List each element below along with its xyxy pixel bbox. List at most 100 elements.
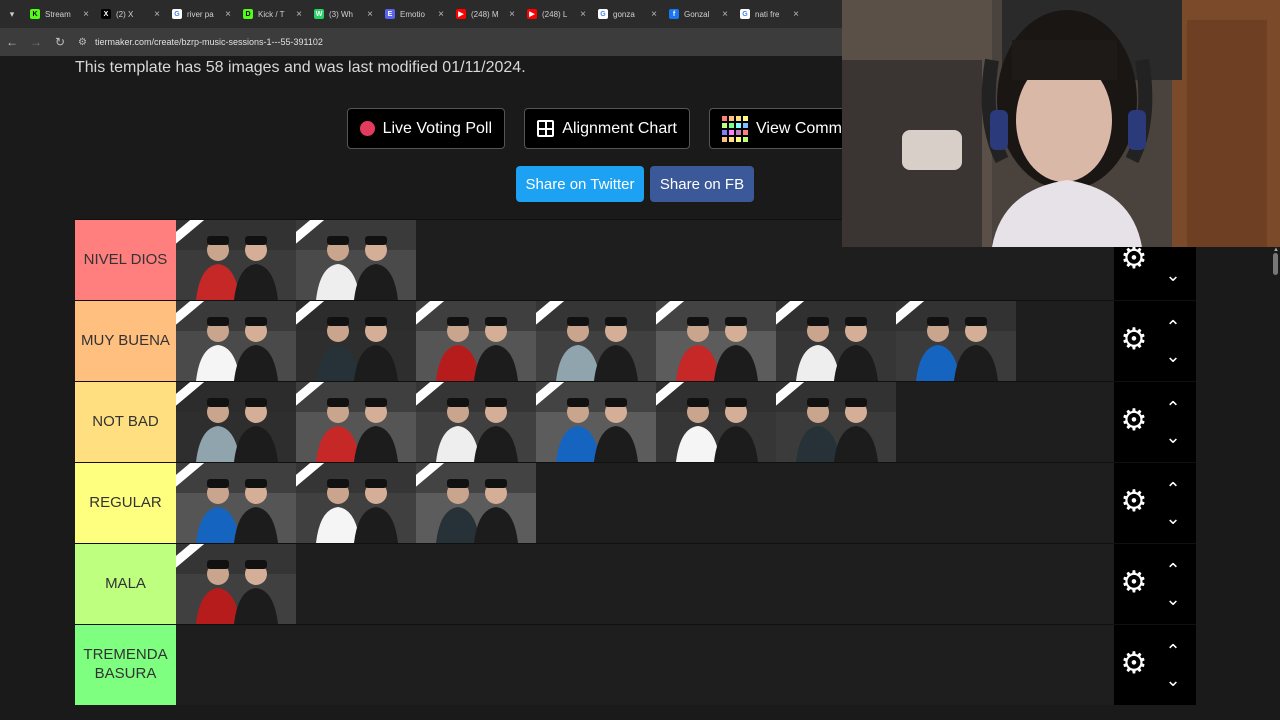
url-field[interactable]: ⚙ tiermaker.com/create/bzrp-music-sessio… bbox=[78, 31, 842, 53]
tier-item-image[interactable] bbox=[656, 301, 776, 381]
tier-item-image[interactable] bbox=[536, 382, 656, 462]
browser-tab[interactable]: f Gonzal × bbox=[663, 0, 734, 28]
close-icon[interactable]: × bbox=[83, 9, 89, 20]
tier-item-image[interactable] bbox=[176, 544, 296, 624]
browser-tab[interactable]: Gnati fre × bbox=[734, 0, 805, 28]
tier-label[interactable]: NIVEL DIOS bbox=[75, 220, 176, 300]
browser-tab[interactable]: Ggonza × bbox=[592, 0, 663, 28]
chevron-up-icon[interactable]: ⌃ bbox=[1162, 318, 1184, 336]
chevron-down-icon[interactable]: ⌄ bbox=[1162, 428, 1184, 446]
close-icon[interactable]: × bbox=[296, 9, 302, 20]
browser-tab[interactable]: E Emotio × bbox=[379, 0, 450, 28]
tier-item-image[interactable] bbox=[176, 463, 296, 543]
google-icon: G bbox=[598, 9, 608, 19]
browser-tab[interactable]: W (3) Wh × bbox=[308, 0, 379, 28]
scrollbar-thumb[interactable] bbox=[1273, 253, 1278, 275]
chevron-down-icon[interactable]: ⌄ bbox=[1162, 671, 1184, 689]
tier-label[interactable]: MALA bbox=[75, 544, 176, 624]
close-icon[interactable]: × bbox=[438, 9, 444, 20]
tier-label[interactable]: REGULAR bbox=[75, 463, 176, 543]
tier-label[interactable]: TREMENDA BASURA bbox=[75, 625, 176, 705]
close-icon[interactable]: × bbox=[367, 9, 373, 20]
tabs-container: K Stream × X (2) X × Griver pa × D Kick / T × W (3) … bbox=[24, 0, 805, 28]
gear-icon[interactable]: ⚙ bbox=[1119, 406, 1149, 436]
close-icon[interactable]: × bbox=[580, 9, 586, 20]
grid-icon bbox=[537, 120, 555, 137]
share-twitter-button[interactable]: Share on Twitter bbox=[516, 166, 644, 202]
tier-item-image[interactable] bbox=[416, 463, 536, 543]
gear-icon[interactable]: ⚙ bbox=[1119, 487, 1149, 517]
close-icon[interactable]: × bbox=[651, 9, 657, 20]
tier-item-image[interactable] bbox=[896, 301, 1016, 381]
view-community-label: View Commu bbox=[756, 119, 849, 137]
tab-label: Emotio bbox=[400, 9, 425, 19]
share-fb-button[interactable]: Share on FB bbox=[650, 166, 754, 202]
gear-icon[interactable]: ⚙ bbox=[1119, 649, 1149, 679]
close-icon[interactable]: × bbox=[722, 9, 728, 20]
tier-controls: ⚙ ⌃ ⌄ bbox=[1114, 301, 1196, 381]
browser-tab[interactable]: ▶ (248) M × bbox=[450, 0, 521, 28]
close-icon[interactable]: × bbox=[154, 9, 160, 20]
tab-label: Stream bbox=[45, 9, 71, 19]
chevron-down-icon[interactable]: ⌄ bbox=[1162, 347, 1184, 365]
browser-tab[interactable]: K Stream × bbox=[24, 0, 95, 28]
chevron-down-icon[interactable]: ⌄ bbox=[1162, 509, 1184, 527]
browser-tab[interactable]: X (2) X × bbox=[95, 0, 166, 28]
tier-items-area[interactable] bbox=[176, 463, 1114, 543]
gear-icon[interactable]: ⚙ bbox=[1119, 244, 1149, 274]
chevron-down-icon[interactable]: ⌄ bbox=[1162, 266, 1184, 284]
tier-item-image[interactable] bbox=[296, 382, 416, 462]
tier-item-image[interactable] bbox=[176, 220, 296, 300]
site-info-icon[interactable]: ⚙ bbox=[78, 37, 87, 48]
chevron-up-icon[interactable]: ⌃ bbox=[1162, 399, 1184, 417]
tier-items-area[interactable] bbox=[176, 625, 1114, 705]
tab-search-icon[interactable]: ▾ bbox=[0, 0, 24, 28]
tier-item-image[interactable] bbox=[416, 301, 536, 381]
tier-item-image[interactable] bbox=[656, 382, 776, 462]
browser-tab[interactable]: D Kick / T × bbox=[237, 0, 308, 28]
tier-item-image[interactable] bbox=[176, 301, 296, 381]
tier-controls: ⚙ ⌃ ⌄ bbox=[1114, 625, 1196, 705]
tier-item-image[interactable] bbox=[296, 220, 416, 300]
tier-label[interactable]: MUY BUENA bbox=[75, 301, 176, 381]
tier-item-image[interactable] bbox=[296, 301, 416, 381]
gear-icon[interactable]: ⚙ bbox=[1119, 568, 1149, 598]
back-icon[interactable]: ← bbox=[0, 35, 24, 49]
close-icon[interactable]: × bbox=[509, 9, 515, 20]
page-scrollbar[interactable]: ▲ bbox=[1272, 247, 1280, 720]
tier-controls: ⚙ ⌃ ⌄ bbox=[1114, 463, 1196, 543]
close-icon[interactable]: × bbox=[793, 9, 799, 20]
chevron-down-icon[interactable]: ⌄ bbox=[1162, 590, 1184, 608]
whatsapp-icon: W bbox=[314, 9, 324, 19]
live-voting-poll-button[interactable]: Live Voting Poll bbox=[347, 108, 505, 149]
tier-items-area[interactable] bbox=[176, 301, 1114, 381]
tab-label: river pa bbox=[187, 9, 214, 19]
tier-item-image[interactable] bbox=[296, 463, 416, 543]
tier-item-image[interactable] bbox=[176, 382, 296, 462]
forward-icon[interactable]: → bbox=[24, 35, 48, 49]
youtube-icon: ▶ bbox=[527, 9, 537, 19]
tier-item-image[interactable] bbox=[776, 301, 896, 381]
gear-icon[interactable]: ⚙ bbox=[1119, 325, 1149, 355]
chevron-up-icon[interactable]: ⌃ bbox=[1162, 642, 1184, 660]
tier-items-area[interactable] bbox=[176, 544, 1114, 624]
tier-item-image[interactable] bbox=[536, 301, 656, 381]
google-icon: G bbox=[172, 9, 182, 19]
close-icon[interactable]: × bbox=[225, 9, 231, 20]
webcam-overlay bbox=[842, 0, 1280, 247]
share-twitter-label: Share on Twitter bbox=[525, 175, 635, 193]
tier-row: NOT BAD ⚙ ⌃ ⌄ bbox=[75, 381, 1196, 462]
chevron-up-icon[interactable]: ⌃ bbox=[1162, 561, 1184, 579]
tier-label[interactable]: NOT BAD bbox=[75, 382, 176, 462]
tier-items-area[interactable] bbox=[176, 382, 1114, 462]
alignment-chart-button[interactable]: Alignment Chart bbox=[524, 108, 690, 149]
browser-tab[interactable]: Griver pa × bbox=[166, 0, 237, 28]
youtube-icon: ▶ bbox=[456, 9, 466, 19]
browser-tab[interactable]: ▶ (248) L × bbox=[521, 0, 592, 28]
chevron-up-icon[interactable]: ⌃ bbox=[1162, 480, 1184, 498]
kick-icon: D bbox=[243, 9, 253, 19]
reload-icon[interactable]: ↻ bbox=[48, 35, 72, 49]
view-community-button[interactable]: View Commu bbox=[709, 108, 849, 149]
tier-item-image[interactable] bbox=[776, 382, 896, 462]
tier-item-image[interactable] bbox=[416, 382, 536, 462]
